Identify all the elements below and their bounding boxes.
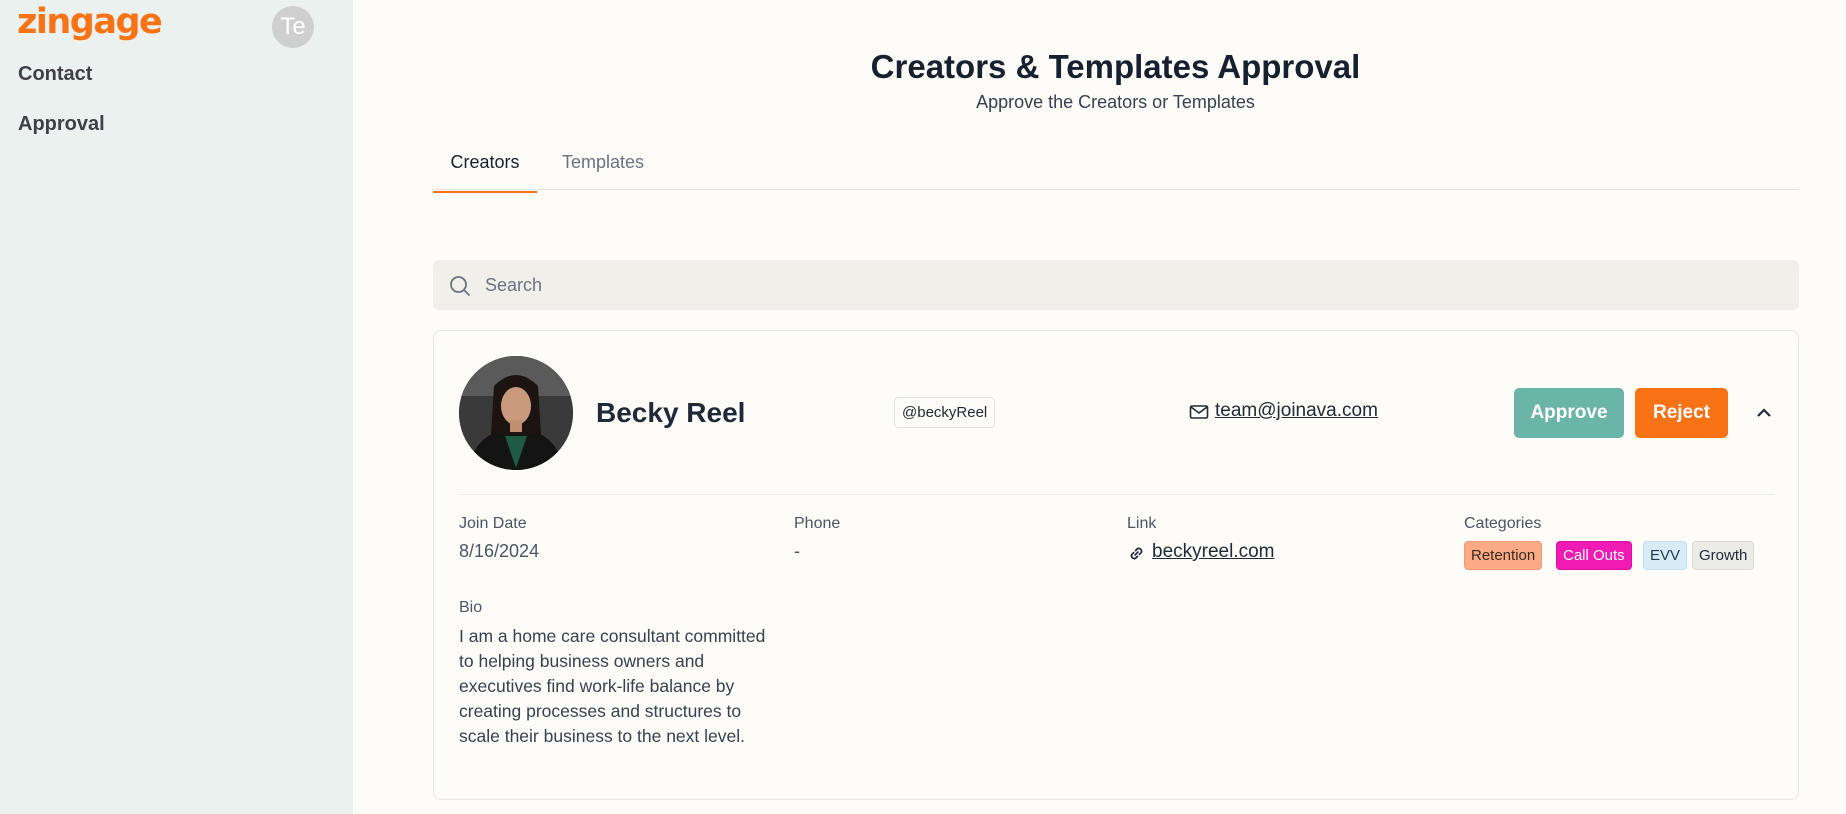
join-date-label: Join Date [459, 515, 527, 532]
bio-label: Bio [459, 599, 483, 616]
link-url[interactable]: beckyreel.com [1152, 541, 1275, 563]
sidebar-item-approval[interactable]: Approval [18, 113, 105, 136]
reject-button[interactable]: Reject [1635, 388, 1728, 438]
zingage-logo[interactable]: zingage [17, 2, 163, 42]
approve-button[interactable]: Approve [1514, 388, 1624, 438]
search-bar[interactable] [433, 260, 1799, 310]
link-label: Link [1127, 515, 1157, 532]
chevron-up-icon[interactable] [1752, 401, 1776, 425]
phone-value: - [794, 541, 800, 561]
tab-templates[interactable]: Templates [562, 152, 644, 173]
card-divider [459, 494, 1775, 495]
categories-label: Categories [1464, 515, 1542, 532]
link-icon [1130, 547, 1143, 560]
user-avatar[interactable]: Te [272, 6, 314, 48]
bio-text: I am a home care consultant committed to… [459, 626, 766, 746]
search-input[interactable] [485, 260, 1775, 310]
sidebar-item-contact[interactable]: Contact [18, 63, 92, 86]
category-badge-growth: Growth [1692, 541, 1755, 570]
creator-name: Becky Reel [596, 397, 746, 428]
tab-creators[interactable]: Creators [433, 152, 537, 193]
join-date-value: 8/16/2024 [459, 541, 540, 561]
category-badge-retention: Retention [1464, 541, 1543, 570]
email-link[interactable]: team@joinava.com [1215, 400, 1378, 422]
main-content: Creators & Templates Approval Approve th… [353, 0, 1846, 814]
category-badge-call-outs: Call Outs [1556, 541, 1632, 570]
tab-bar: Creators Templates [433, 148, 1799, 193]
creator-handle-badge: @beckyReel [894, 397, 996, 428]
creator-photo [459, 356, 573, 470]
phone-label: Phone [794, 515, 841, 532]
page-title: Creators & Templates Approval [870, 48, 1361, 85]
mail-icon [1189, 405, 1209, 419]
search-icon [450, 276, 471, 297]
category-badge-evv: EVV [1643, 541, 1688, 570]
page-subtitle: Approve the Creators or Templates [976, 92, 1255, 112]
creator-card: Becky Reel @beckyReel team@joinava.com A… [433, 330, 1799, 800]
sidebar: zingage Te Contact Approval [0, 0, 353, 814]
